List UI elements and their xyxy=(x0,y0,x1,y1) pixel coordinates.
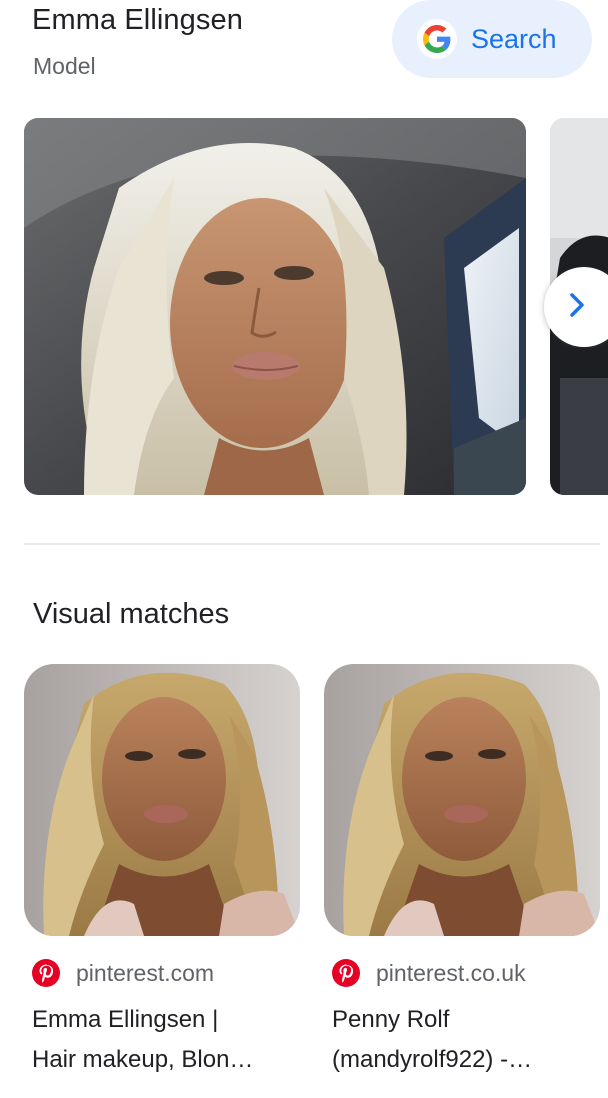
pinterest-icon xyxy=(32,959,60,987)
google-g-icon xyxy=(417,19,457,59)
visual-match-thumbnail[interactable] xyxy=(324,664,600,936)
chevron-right-icon xyxy=(568,292,586,323)
match-title-line: Penny Rolf xyxy=(332,1006,450,1033)
section-divider xyxy=(24,543,600,545)
carousel-image-1[interactable] xyxy=(24,118,526,495)
visual-matches-heading: Visual matches xyxy=(33,598,230,630)
entity-title: Emma Ellingsen xyxy=(32,4,243,36)
google-search-button[interactable]: Search xyxy=(392,0,592,78)
match-title[interactable]: Penny Rolf (mandyrolf922) -… xyxy=(332,1000,594,1080)
match-title[interactable]: Emma Ellingsen | Hair makeup, Blon… xyxy=(32,1000,294,1080)
image-carousel xyxy=(0,118,608,495)
match-title-line: Emma Ellingsen | xyxy=(32,1006,219,1033)
match-source-name: pinterest.co.uk xyxy=(376,959,526,986)
visual-match-thumbnail[interactable] xyxy=(24,664,300,936)
visual-match-card[interactable]: pinterest.com Emma Ellingsen | Hair make… xyxy=(24,664,300,1080)
match-source-name: pinterest.com xyxy=(76,959,215,986)
visual-match-card[interactable]: pinterest.co.uk Penny Rolf (mandyrolf922… xyxy=(324,664,600,1080)
search-button-label: Search xyxy=(471,23,557,54)
entity-subtitle: Model xyxy=(33,53,96,79)
match-title-line: (mandyrolf922) -… xyxy=(332,1046,533,1073)
match-title-line: Hair makeup, Blon… xyxy=(32,1046,254,1073)
pinterest-icon xyxy=(332,959,360,987)
